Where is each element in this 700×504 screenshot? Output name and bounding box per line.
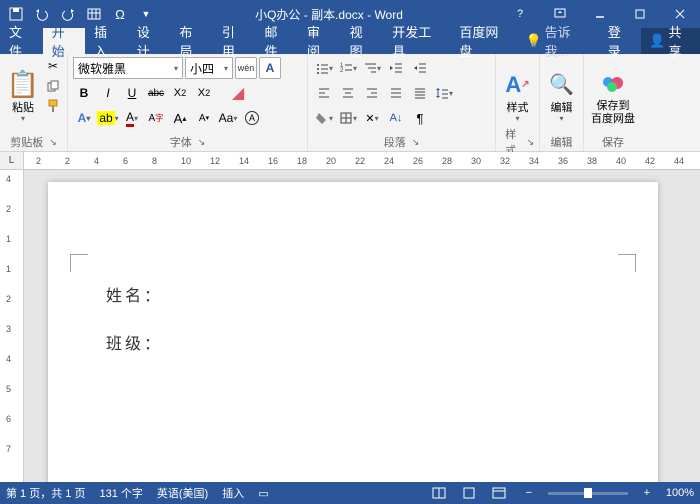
subscript-button[interactable]: X2 [169, 82, 191, 104]
bullets-icon[interactable]: ▾ [313, 57, 335, 79]
superscript-button[interactable]: X2 [193, 82, 215, 104]
show-marks-icon[interactable]: ¶ [409, 107, 431, 129]
zoom-level[interactable]: 100% [666, 487, 694, 499]
strikethrough-button[interactable]: abc [145, 82, 167, 104]
decrease-indent-icon[interactable] [385, 57, 407, 79]
numbering-icon[interactable]: 12▾ [337, 57, 359, 79]
align-left-icon[interactable] [313, 82, 335, 104]
copy-icon[interactable] [44, 77, 62, 95]
tab-file[interactable]: 文件 [0, 28, 43, 54]
doc-line-2[interactable]: 班级： [106, 330, 163, 354]
styles-launcher-icon[interactable]: ↘ [526, 137, 534, 148]
baidu-group-label: 保存 [602, 134, 624, 150]
italic-button[interactable]: I [97, 82, 119, 104]
font-size-select[interactable]: 小四▾ [185, 57, 233, 79]
status-page[interactable]: 第 1 页，共 1 页 [6, 485, 85, 501]
align-right-icon[interactable] [361, 82, 383, 104]
shrink-font-icon[interactable]: A▾ [193, 107, 215, 129]
line-spacing-icon[interactable]: ▾ [433, 82, 455, 104]
web-layout-icon[interactable] [488, 484, 510, 502]
tab-references[interactable]: 引用 [213, 28, 256, 54]
tab-review[interactable]: 审阅 [298, 28, 341, 54]
enclose-char-icon[interactable]: A [241, 107, 263, 129]
svg-text:2: 2 [340, 68, 344, 74]
clipboard-group-label: 剪贴板 [10, 134, 43, 150]
font-group-label: 字体 [170, 134, 192, 150]
bold-button[interactable]: B [73, 82, 95, 104]
print-layout-icon[interactable] [458, 484, 480, 502]
zoom-in-button[interactable]: + [636, 484, 658, 502]
styles-button[interactable]: A↗ 样式 ▾ [501, 57, 534, 134]
share-icon: 👤 [649, 33, 665, 49]
status-words[interactable]: 131 个字 [99, 485, 142, 501]
change-case-icon[interactable]: Aa▾ [217, 107, 239, 129]
status-mode[interactable]: 插入 [222, 485, 244, 501]
vertical-ruler[interactable]: 4211234567 [0, 170, 24, 482]
paragraph-group-label: 段落 [384, 134, 406, 150]
status-lang[interactable]: 英语(美国) [157, 485, 208, 501]
status-extra-icon[interactable]: ▭ [258, 487, 268, 500]
format-painter-icon[interactable] [44, 97, 62, 115]
justify-icon[interactable] [385, 82, 407, 104]
font-launcher-icon[interactable]: ↘ [198, 137, 206, 148]
phonetic-guide-icon[interactable]: wén [235, 57, 257, 79]
increase-indent-icon[interactable] [409, 57, 431, 79]
shading-icon[interactable]: ▾ [313, 107, 335, 129]
baidu-save-button[interactable]: 保存到百度网盘 [589, 57, 637, 134]
paragraph-launcher-icon[interactable]: ↘ [412, 137, 420, 148]
window-title: 小Q办公 - 副本.docx - Word [158, 6, 500, 23]
tab-home[interactable]: 开始 [43, 28, 86, 54]
clear-format-icon[interactable]: ◢ [227, 82, 249, 104]
clipboard-launcher-icon[interactable]: ↘ [49, 137, 57, 148]
sort-icon[interactable]: A↓ [385, 107, 407, 129]
tab-insert[interactable]: 插入 [85, 28, 128, 54]
multilevel-list-icon[interactable]: ▾ [361, 57, 383, 79]
read-mode-icon[interactable] [428, 484, 450, 502]
tab-design[interactable]: 设计 [128, 28, 171, 54]
styles-icon: A↗ [505, 68, 529, 102]
doc-line-1[interactable]: 姓名： [106, 282, 163, 306]
char-border-icon[interactable]: A [259, 57, 281, 79]
cut-icon[interactable]: ✂ [44, 57, 62, 75]
tab-mail[interactable]: 邮件 [255, 28, 298, 54]
tab-selector[interactable]: L [0, 152, 24, 170]
char-shading-icon[interactable]: A字 [145, 107, 167, 129]
login-button[interactable]: 登录 [599, 28, 642, 54]
highlight-icon[interactable]: ab▾ [97, 107, 119, 129]
editing-button[interactable]: 🔍 编辑 ▾ [545, 57, 578, 134]
baidu-cloud-icon [599, 66, 627, 100]
underline-button[interactable]: U [121, 82, 143, 104]
bulb-icon: 💡 [525, 33, 541, 49]
borders-icon[interactable]: ▾ [337, 107, 359, 129]
margin-mark-tr [618, 254, 636, 272]
find-icon: 🔍 [549, 68, 574, 102]
zoom-out-button[interactable]: − [518, 484, 540, 502]
distribute-icon[interactable] [409, 82, 431, 104]
tab-layout[interactable]: 布局 [170, 28, 213, 54]
clipboard-icon: 📋 [7, 68, 39, 102]
tab-devtools[interactable]: 开发工具 [383, 28, 450, 54]
page: 姓名： 班级： [48, 182, 658, 482]
font-name-select[interactable]: 微软雅黑▾ [73, 57, 183, 79]
tab-baidu[interactable]: 百度网盘 [450, 28, 517, 54]
horizontal-ruler[interactable]: 2246810121416182022242628303234363840424… [24, 152, 700, 170]
undo-icon[interactable] [30, 2, 54, 26]
grow-font-icon[interactable]: A▴ [169, 107, 191, 129]
tab-view[interactable]: 视图 [341, 28, 384, 54]
margin-mark-tl [70, 254, 88, 272]
align-center-icon[interactable] [337, 82, 359, 104]
editing-group-label: 编辑 [551, 134, 573, 150]
text-effects-icon[interactable]: A▾ [73, 107, 95, 129]
share-button[interactable]: 👤共享 [641, 28, 700, 54]
zoom-slider[interactable] [548, 492, 628, 495]
asian-layout-icon[interactable]: ✕▾ [361, 107, 383, 129]
document-canvas[interactable]: 姓名： 班级： [24, 170, 700, 482]
paste-button[interactable]: 📋 粘贴 ▾ [5, 57, 41, 134]
font-color-icon[interactable]: A▾ [121, 107, 143, 129]
